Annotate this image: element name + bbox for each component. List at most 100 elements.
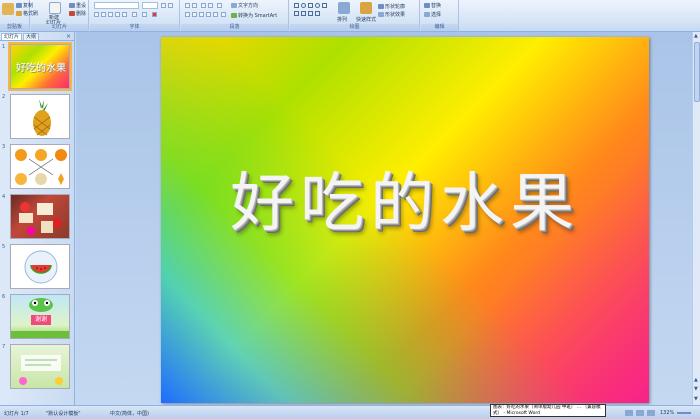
shrink-font-icon[interactable]	[168, 3, 173, 8]
shadow-icon[interactable]	[122, 12, 127, 17]
smartart-icon	[231, 13, 237, 18]
thumb-number-2: 2	[2, 94, 6, 100]
distributed-icon[interactable]	[213, 12, 218, 17]
thumb-number-1: 1	[2, 44, 6, 50]
star-shape-icon[interactable]	[301, 11, 306, 16]
select-icon	[424, 12, 430, 17]
slide-thumbnail-5[interactable]	[10, 244, 70, 289]
line-spacing-icon[interactable]	[217, 3, 222, 8]
bullets-icon[interactable]	[185, 3, 190, 8]
arrange-icon[interactable]	[338, 2, 350, 14]
change-case-icon[interactable]	[142, 12, 147, 17]
slide-thumbnail-1[interactable]: 好吃的水果	[8, 42, 72, 91]
scroll-up-icon[interactable]: ▲	[694, 33, 698, 39]
zoom-slider[interactable]	[677, 412, 691, 414]
paragraph-group: 文字方向 转换为 SmartArt 段落	[181, 0, 289, 32]
text-direction-button[interactable]: 文字方向	[231, 2, 258, 9]
effects-icon	[378, 12, 384, 17]
slide-thumbnail-2[interactable]	[10, 94, 70, 139]
brace-shape-icon[interactable]	[308, 11, 313, 16]
reset-button[interactable]: 重设	[69, 2, 86, 9]
convert-smartart-button[interactable]: 转换为 SmartArt	[231, 12, 277, 19]
slide-thumbnail-7[interactable]	[10, 344, 70, 389]
strikethrough-icon[interactable]	[115, 12, 120, 17]
align-center-icon[interactable]	[192, 12, 197, 17]
columns-icon[interactable]	[221, 12, 226, 17]
italic-icon[interactable]	[101, 12, 106, 17]
fruit-photo-image	[19, 202, 62, 235]
circle-shape-icon[interactable]	[315, 3, 320, 8]
editing-canvas: 好吃的水果 ▲ ▲ ▼ ▼	[76, 32, 700, 405]
paste-icon[interactable]	[2, 3, 14, 15]
thumb-number-3: 3	[2, 144, 6, 150]
normal-view-icon[interactable]	[625, 410, 633, 416]
text-direction-icon	[231, 3, 237, 8]
scroll-down-icon[interactable]: ▼	[694, 396, 698, 402]
align-left-icon[interactable]	[185, 12, 190, 17]
ribbon: 复制 格式刷 剪贴板 新建 幻灯片 重设 删除 幻灯片 字体 文字方向 转换为 …	[0, 0, 700, 32]
current-slide[interactable]: 好吃的水果	[161, 37, 649, 403]
grow-font-icon[interactable]	[161, 3, 166, 8]
line-shape-icon[interactable]	[322, 3, 327, 8]
new-slide-icon[interactable]	[49, 2, 61, 14]
numbering-icon[interactable]	[192, 3, 197, 8]
align-right-icon[interactable]	[199, 12, 204, 17]
group-label-font: 字体	[90, 24, 179, 31]
group-label-paragraph: 段落	[181, 24, 288, 31]
oranges-image	[15, 149, 67, 185]
panel-close-icon[interactable]: ×	[66, 33, 71, 40]
slideshow-icon[interactable]	[647, 410, 655, 416]
rectangle-shape-icon[interactable]	[294, 3, 299, 8]
thumb-number-5: 5	[2, 244, 6, 250]
font-size-box[interactable]	[142, 2, 158, 9]
drawing-group: 排列 快速样式 形状轮廓 形状效果 绘图	[290, 0, 420, 32]
reset-icon	[69, 3, 75, 8]
slides-group: 新建 幻灯片 重设 删除 幻灯片	[31, 0, 89, 32]
slide-thumbnail-3[interactable]	[10, 144, 70, 189]
quick-styles-button[interactable]: 快速样式	[356, 16, 376, 23]
decrease-indent-icon[interactable]	[201, 3, 206, 8]
arrow-shape-icon[interactable]	[294, 11, 299, 16]
watermelon-image	[24, 250, 58, 284]
slides-panel: 幻灯片 大纲 × 1 好吃的水果 2 3 4 5 6 谢谢 7	[0, 32, 75, 405]
tab-slides[interactable]: 幻灯片	[1, 33, 23, 40]
underline-icon[interactable]	[108, 12, 113, 17]
brush-icon	[16, 11, 22, 16]
shape-effects-button[interactable]: 形状效果	[378, 11, 405, 18]
prev-slide-icon[interactable]: ▲	[694, 377, 698, 383]
scroll-thumb[interactable]	[694, 42, 700, 102]
outline-icon	[378, 4, 384, 9]
vertical-scrollbar[interactable]: ▲ ▲ ▼ ▼	[692, 32, 700, 405]
slide-thumbnail-6[interactable]: 谢谢	[10, 294, 70, 339]
green-slide-image	[19, 355, 63, 385]
taskbar-tooltip: 图表：好吃的水果（简单版幼儿园 中班） ... （兼容模 式） - Micros…	[490, 404, 606, 417]
increase-indent-icon[interactable]	[208, 3, 213, 8]
group-label-slides: 幻灯片	[31, 24, 88, 31]
group-label-clipboard: 剪贴板	[0, 24, 29, 31]
bold-icon[interactable]	[94, 12, 99, 17]
group-label-editing: 编辑	[421, 24, 458, 31]
quick-styles-icon[interactable]	[360, 2, 372, 14]
zoom-level: 132%	[660, 410, 675, 416]
tab-outline[interactable]: 大纲	[23, 33, 40, 40]
slide-title[interactable]: 好吃的水果	[161, 152, 649, 244]
triangle-shape-icon[interactable]	[308, 3, 313, 8]
oval-shape-icon[interactable]	[301, 3, 306, 8]
callout-shape-icon[interactable]	[315, 11, 320, 16]
thumb-6-title: 谢谢	[31, 315, 51, 325]
replace-button[interactable]: 替换	[424, 2, 441, 9]
next-slide-icon[interactable]: ▼	[694, 386, 698, 392]
delete-icon	[69, 11, 75, 16]
font-color-icon[interactable]	[152, 12, 157, 17]
slide-sorter-icon[interactable]	[636, 410, 644, 416]
arrange-button[interactable]: 排列	[337, 16, 347, 23]
replace-icon	[424, 3, 430, 8]
shape-outline-button[interactable]: 形状轮廓	[378, 3, 405, 10]
char-spacing-icon[interactable]	[132, 12, 137, 17]
delete-button[interactable]: 删除	[69, 10, 86, 17]
select-button[interactable]: 选择	[424, 11, 441, 18]
thumb-number-6: 6	[2, 294, 6, 300]
justify-icon[interactable]	[206, 12, 211, 17]
font-name-box[interactable]	[94, 2, 139, 9]
slide-thumbnail-4[interactable]	[10, 194, 70, 239]
